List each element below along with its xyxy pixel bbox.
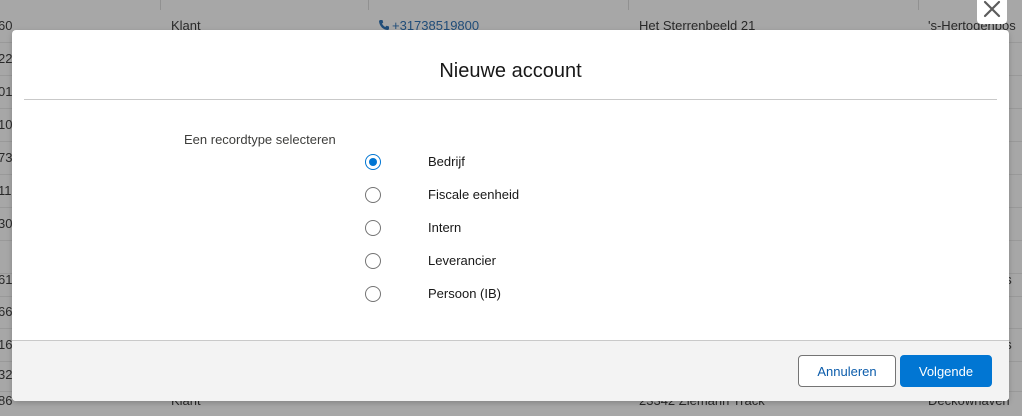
radio-button[interactable] <box>365 220 381 236</box>
modal-footer: Annuleren Volgende <box>12 340 1009 401</box>
radio-label: Fiscale eenheid <box>428 187 520 202</box>
radio-button[interactable] <box>365 154 381 170</box>
radio-selected-dot <box>369 158 377 166</box>
radio-label: Persoon (IB) <box>428 286 501 301</box>
radio-option-bedrijf[interactable]: Bedrijf <box>365 153 665 177</box>
radio-button[interactable] <box>365 187 381 203</box>
new-account-modal: Nieuwe account Een recordtype selecteren… <box>12 30 1009 401</box>
modal-header: Nieuwe account <box>24 30 997 100</box>
close-icon <box>983 0 1001 18</box>
recordtype-label: Een recordtype selecteren <box>184 132 336 147</box>
cancel-button[interactable]: Annuleren <box>798 355 896 387</box>
next-button[interactable]: Volgende <box>900 355 992 387</box>
radio-option-leverancier[interactable]: Leverancier <box>365 252 665 276</box>
radio-option-fiscale-eenheid[interactable]: Fiscale eenheid <box>365 186 665 210</box>
radio-option-persoon-ib[interactable]: Persoon (IB) <box>365 285 665 309</box>
radio-button[interactable] <box>365 286 381 302</box>
radio-label: Bedrijf <box>428 154 465 169</box>
radio-label: Leverancier <box>428 253 496 268</box>
close-button[interactable] <box>977 0 1007 24</box>
modal-title: Nieuwe account <box>439 60 582 82</box>
radio-button[interactable] <box>365 253 381 269</box>
modal-body: Een recordtype selecteren Bedrijf Fiscal… <box>12 100 1009 340</box>
radio-option-intern[interactable]: Intern <box>365 219 665 243</box>
radio-label: Intern <box>428 220 462 235</box>
